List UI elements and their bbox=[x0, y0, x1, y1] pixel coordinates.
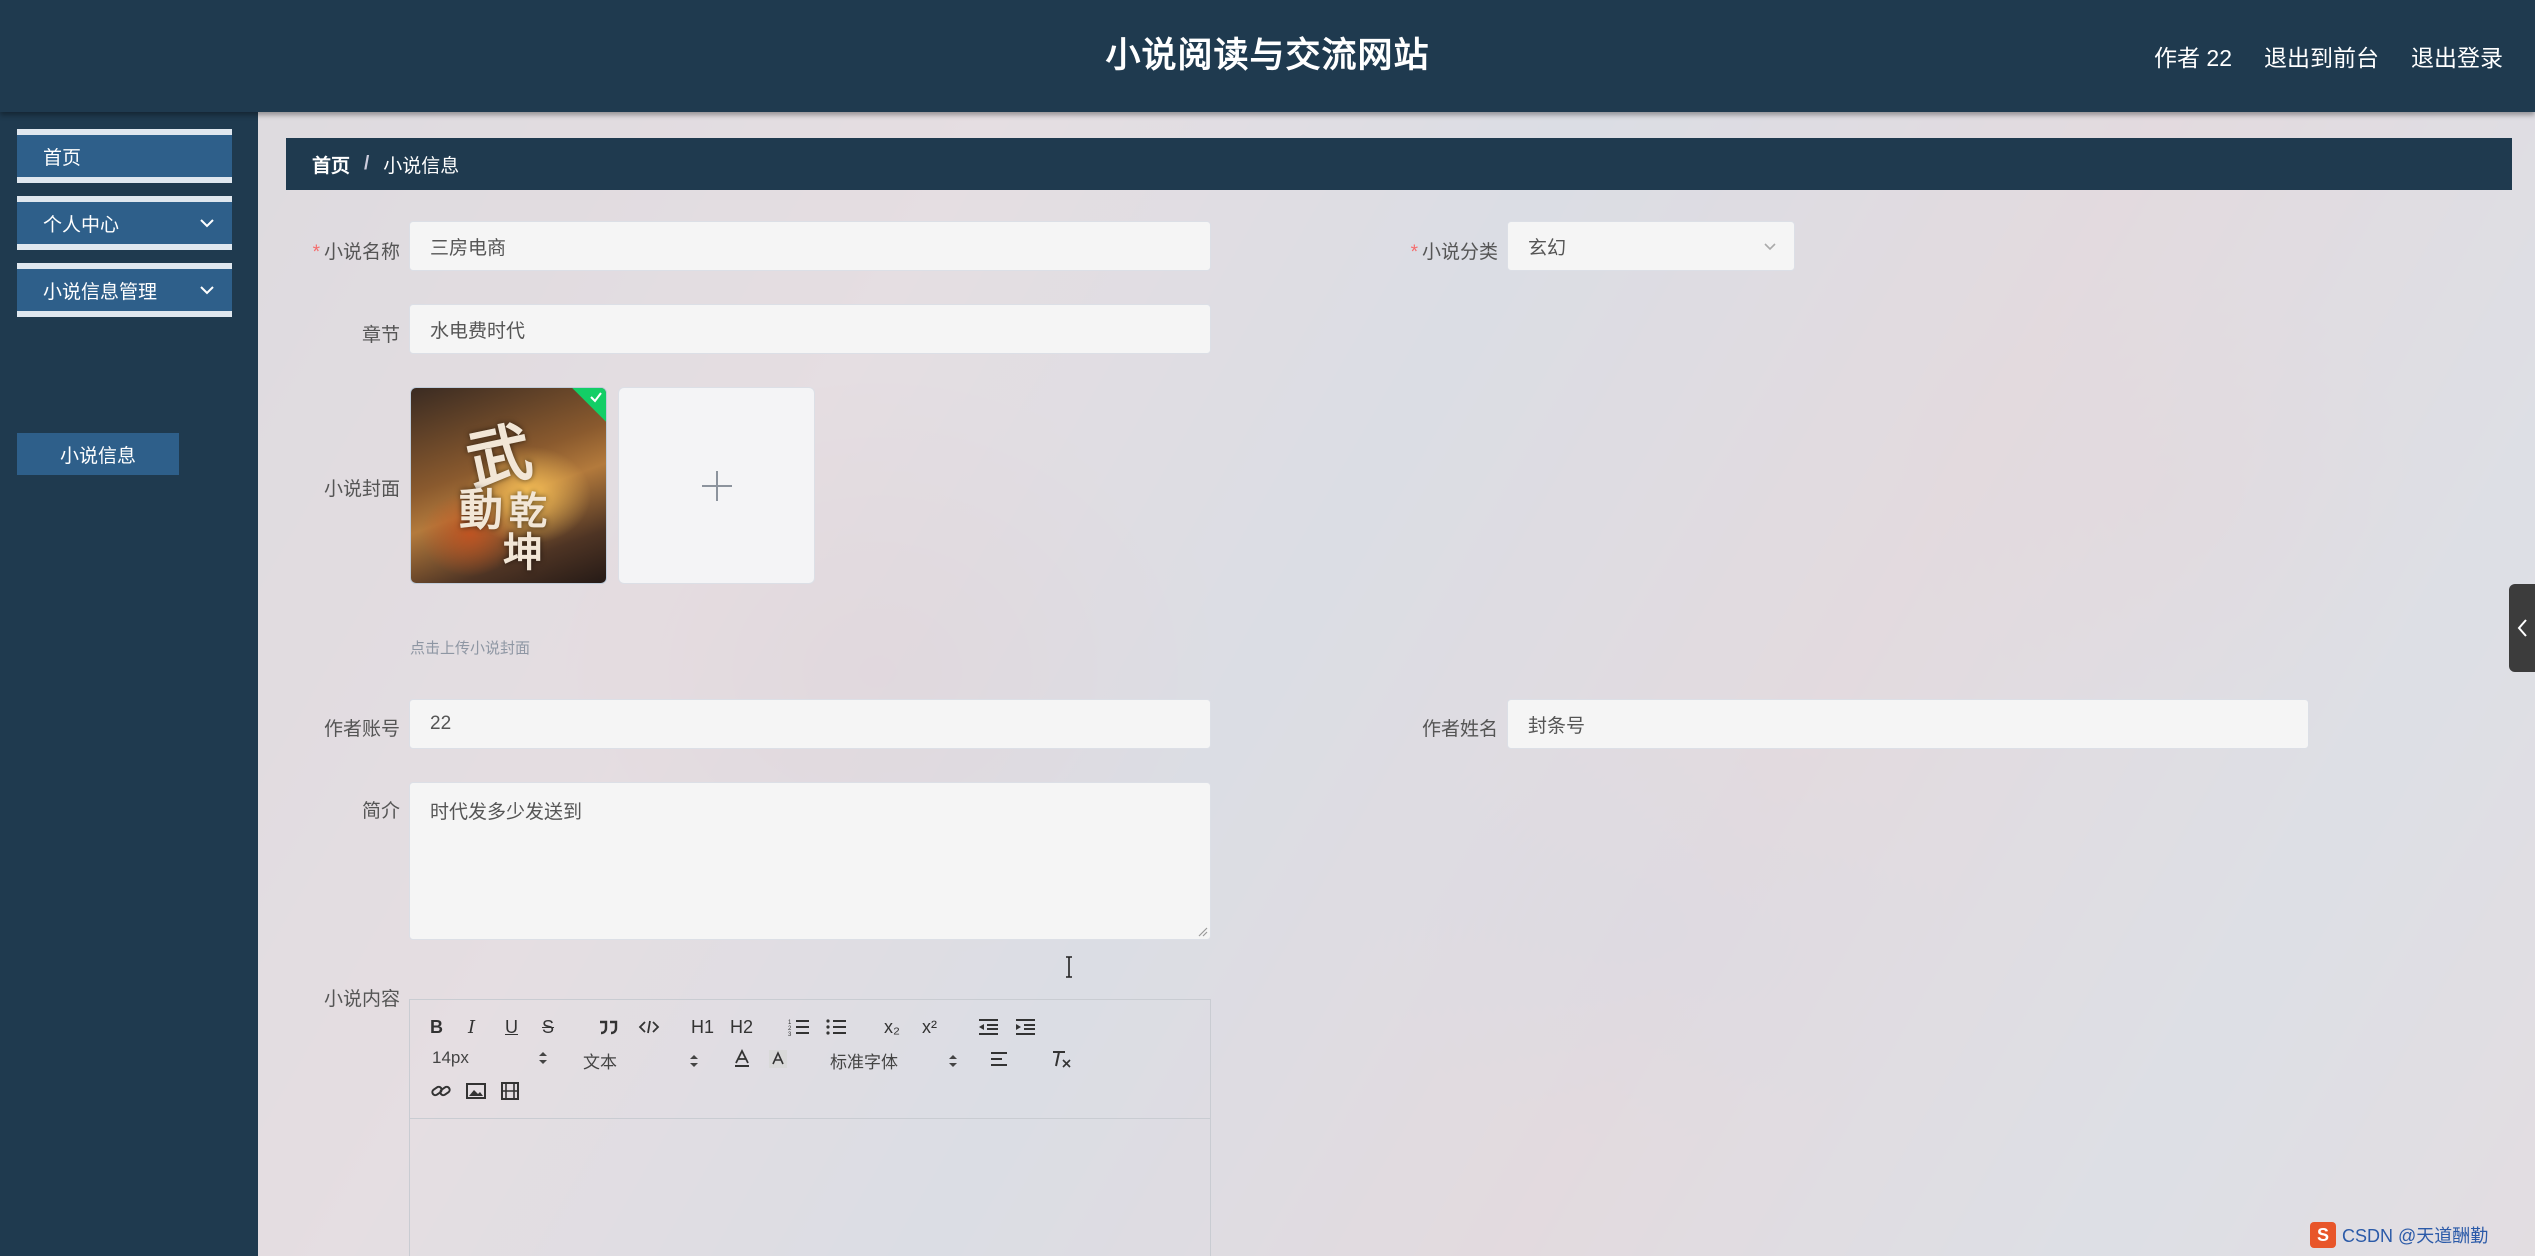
top-header: 小说阅读与交流网站 作者 22 退出到前台 退出登录 bbox=[0, 0, 2535, 112]
breadcrumb: 首页 / 小说信息 bbox=[286, 138, 2512, 190]
sidebar-item-label: 首页 bbox=[43, 147, 82, 169]
category-label-text: 小说分类 bbox=[1421, 242, 1498, 263]
strike-button[interactable]: S bbox=[542, 1014, 554, 1040]
heading1-button[interactable]: H1 bbox=[691, 1014, 714, 1040]
intro-label: 简介 bbox=[361, 801, 400, 822]
format-value: 文本 bbox=[583, 1053, 617, 1072]
font-family-value: 标准字体 bbox=[830, 1053, 898, 1072]
breadcrumb-current: 小说信息 bbox=[383, 155, 460, 177]
rich-text-editor: B I U S H1 H2 123 x₂ x² 14px 文本 标准字体 bbox=[409, 999, 1211, 1256]
category-label: * 小说分类 bbox=[1348, 237, 1498, 264]
chevron-down-icon bbox=[198, 281, 216, 299]
sidebar-item-label: 小说信息管理 bbox=[43, 281, 158, 303]
heading2-button[interactable]: H2 bbox=[730, 1014, 753, 1040]
exit-to-front-link[interactable]: 退出到前台 bbox=[2264, 39, 2379, 73]
updown-icon bbox=[690, 1054, 698, 1067]
video-icon[interactable] bbox=[500, 1078, 520, 1104]
chevron-down-icon bbox=[198, 214, 216, 232]
sidebar-item-personal-center[interactable]: 个人中心 bbox=[17, 196, 232, 250]
header-actions: 作者 22 退出到前台 退出登录 bbox=[2154, 0, 2503, 112]
novel-name-label-text: 小说名称 bbox=[323, 242, 400, 263]
font-color-icon[interactable] bbox=[732, 1046, 752, 1072]
cover-label: 小说封面 bbox=[323, 479, 400, 500]
cover-image[interactable]: 武 動 乾 坤 bbox=[410, 387, 607, 584]
indent-icon[interactable] bbox=[1014, 1014, 1036, 1040]
editor-body[interactable] bbox=[410, 1119, 1210, 1256]
chevron-left-icon bbox=[2517, 619, 2527, 637]
clear-format-icon[interactable] bbox=[1050, 1046, 1072, 1072]
current-user: 作者 22 bbox=[2154, 45, 2232, 71]
resize-grip-icon[interactable] bbox=[1196, 925, 1208, 937]
intro-text: 时代发多少发送到 bbox=[430, 802, 583, 823]
required-mark: * bbox=[1410, 242, 1418, 263]
updown-icon bbox=[949, 1054, 957, 1067]
bold-button[interactable]: B bbox=[430, 1014, 443, 1040]
bullet-list-icon[interactable] bbox=[825, 1014, 847, 1040]
background-color-icon[interactable] bbox=[768, 1046, 788, 1072]
sidebar: 首页 个人中心 小说信息管理 小说信息 bbox=[0, 112, 258, 1256]
heading1-label: H1 bbox=[691, 1016, 715, 1037]
logout-link[interactable]: 退出登录 bbox=[2411, 39, 2503, 73]
code-block-icon[interactable] bbox=[638, 1014, 660, 1040]
chevron-down-icon bbox=[1762, 238, 1778, 254]
check-icon bbox=[590, 392, 602, 403]
ordered-list-icon[interactable]: 123 bbox=[788, 1014, 810, 1040]
font-size-value: 14px bbox=[432, 1048, 469, 1067]
superscript-button[interactable]: x² bbox=[922, 1014, 937, 1040]
author-name-input[interactable]: 封条号 bbox=[1507, 699, 2309, 749]
link-icon[interactable] bbox=[430, 1078, 452, 1104]
text-cursor-icon bbox=[1066, 956, 1072, 978]
plus-icon bbox=[701, 470, 732, 501]
italic-button[interactable]: I bbox=[468, 1014, 475, 1040]
sidebar-item-home[interactable]: 首页 bbox=[17, 129, 232, 183]
watermark: S CSDN @天道酬勤 bbox=[2310, 1221, 2535, 1249]
upload-cover-button[interactable] bbox=[618, 387, 815, 584]
required-mark: * bbox=[312, 242, 320, 263]
sidebar-subitem-novel-info[interactable]: 小说信息 bbox=[17, 433, 179, 475]
outdent-icon[interactable] bbox=[977, 1014, 999, 1040]
underline-button[interactable]: U bbox=[505, 1014, 518, 1040]
breadcrumb-home[interactable]: 首页 bbox=[312, 151, 350, 178]
image-icon[interactable] bbox=[466, 1078, 486, 1104]
editor-toolbar: B I U S H1 H2 123 x₂ x² 14px 文本 标准字体 bbox=[410, 1000, 1210, 1119]
subscript-button[interactable]: x₂ bbox=[884, 1014, 900, 1040]
watermark-text: CSDN @天道酬勤 bbox=[2342, 1226, 2489, 1246]
category-select[interactable]: 玄幻 bbox=[1507, 221, 1795, 271]
chapter-input[interactable]: 水电费时代 bbox=[409, 304, 1211, 354]
sidebar-item-label: 个人中心 bbox=[43, 214, 120, 236]
font-family-picker[interactable]: 标准字体 bbox=[830, 1048, 960, 1073]
side-drawer-toggle[interactable] bbox=[2509, 584, 2535, 672]
svg-text:3: 3 bbox=[788, 1032, 792, 1036]
sidebar-item-novel-management[interactable]: 小说信息管理 bbox=[17, 263, 232, 317]
author-account-input[interactable]: 22 bbox=[409, 699, 1211, 749]
format-picker[interactable]: 文本 bbox=[583, 1048, 703, 1073]
breadcrumb-separator: / bbox=[364, 153, 370, 174]
author-name-label: 作者姓名 bbox=[1421, 719, 1498, 740]
sogou-logo-icon: S bbox=[2310, 1222, 2336, 1248]
chapter-label: 章节 bbox=[361, 325, 400, 346]
content-label: 小说内容 bbox=[323, 989, 400, 1010]
updown-icon bbox=[539, 1052, 547, 1064]
intro-textarea[interactable]: 时代发多少发送到 bbox=[409, 782, 1211, 940]
heading2-label: H2 bbox=[730, 1016, 754, 1037]
font-size-picker[interactable]: 14px bbox=[432, 1048, 552, 1068]
align-icon[interactable] bbox=[990, 1046, 1010, 1072]
main-content: 首页 / 小说信息 * 小说名称 三房电商 * 小说分类 玄幻 章节 水电费时代 小… bbox=[258, 112, 2535, 1256]
novel-name-input[interactable]: 三房电商 bbox=[409, 221, 1211, 271]
novel-name-label: * 小说名称 bbox=[258, 237, 400, 264]
blockquote-icon[interactable] bbox=[598, 1014, 620, 1040]
author-account-label: 作者账号 bbox=[323, 719, 400, 740]
cover-upload-hint: 点击上传小说封面 bbox=[410, 640, 531, 657]
category-value: 玄幻 bbox=[1528, 237, 1567, 259]
